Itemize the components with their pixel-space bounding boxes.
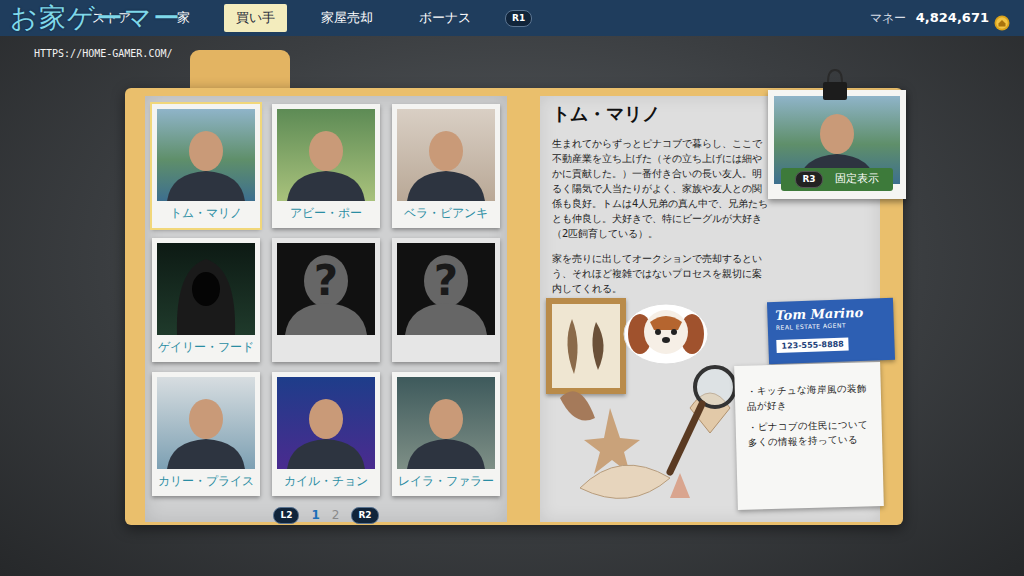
locked-mark: ? bbox=[397, 257, 495, 305]
character-name: アビー・ポー bbox=[290, 205, 362, 221]
collage: Tom MarinoREAL ESTATE AGENT123-555-8888・… bbox=[540, 292, 900, 522]
shell-picture bbox=[546, 298, 626, 394]
note-item: ・キッチュな海岸風の装飾品が好き bbox=[747, 380, 872, 413]
description-paragraph: 家を売りに出してオークションで売却するという、それほど複雑ではないプロセスを親切… bbox=[552, 251, 770, 296]
folder-body: トム・マリノ アビー・ポー ベラ・ビアンキゲイリー・フード?? カリー・プライス カイル… bbox=[125, 88, 903, 525]
pin-label: 固定表示 bbox=[835, 171, 879, 188]
character-card[interactable]: ベラ・ビアンキ bbox=[392, 104, 500, 228]
card-name: Tom Marino bbox=[775, 304, 885, 323]
pin-button[interactable]: R3 固定表示 bbox=[781, 168, 893, 191]
tab[interactable]: 家屋売却 bbox=[309, 4, 385, 32]
note-paper: ・キッチュな海岸風の装飾品が好き・ピナコブの住民について多くの情報を持っている bbox=[734, 362, 884, 510]
character-card[interactable]: カイル・チョン bbox=[272, 372, 380, 496]
character-photo bbox=[157, 377, 255, 469]
character-photo bbox=[157, 243, 255, 335]
character-card[interactable]: ゲイリー・フード bbox=[152, 238, 260, 362]
pinned-portrait: R3 固定表示 bbox=[768, 90, 906, 199]
folder: トム・マリノ アビー・ポー ベラ・ビアンキゲイリー・フード?? カリー・プライス カイル… bbox=[125, 50, 903, 525]
next-tab-key[interactable]: R1 bbox=[505, 10, 532, 27]
character-name: レイラ・ファラー bbox=[398, 473, 494, 489]
card-phone: 123-555-8888 bbox=[776, 337, 849, 353]
money-label: マネー bbox=[870, 9, 906, 27]
coin-icon bbox=[994, 10, 1010, 26]
character-grid: トム・マリノ アビー・ポー ベラ・ビアンキゲイリー・フード?? カリー・プライス カイル… bbox=[152, 104, 500, 496]
character-photo bbox=[157, 109, 255, 201]
character-name: カイル・チョン bbox=[284, 473, 368, 489]
locked-mark: ? bbox=[277, 257, 375, 305]
tab[interactable]: 買い手 bbox=[224, 4, 287, 32]
business-card: Tom MarinoREAL ESTATE AGENT123-555-8888 bbox=[767, 298, 895, 364]
character-card[interactable]: カリー・プライス bbox=[152, 372, 260, 496]
character-card[interactable]: ? bbox=[392, 238, 500, 362]
pin-key: R3 bbox=[795, 171, 822, 188]
watermark-url: HTTPS://HOME-GAMER.COM/ bbox=[34, 46, 172, 61]
note-item: ・ピナコブの住民について多くの情報を持っている bbox=[748, 416, 873, 449]
money-value: 4,824,671 bbox=[916, 8, 989, 28]
money: マネー 4,824,671 bbox=[870, 8, 1010, 28]
page-number[interactable]: 2 bbox=[332, 506, 340, 524]
tab[interactable]: ボーナス bbox=[407, 4, 483, 32]
character-name: ゲイリー・フード bbox=[158, 339, 254, 355]
pagination: L2 12 R2 bbox=[273, 506, 378, 524]
character-photo: ? bbox=[277, 243, 375, 335]
binder-clip-icon bbox=[820, 68, 850, 102]
character-card[interactable]: レイラ・ファラー bbox=[392, 372, 500, 496]
dog-sticker-icon bbox=[620, 300, 712, 366]
character-photo: ? bbox=[397, 243, 495, 335]
character-name: トム・マリノ bbox=[170, 205, 242, 221]
character-photo bbox=[277, 109, 375, 201]
character-name: ベラ・ビアンキ bbox=[404, 205, 488, 221]
character-photo bbox=[277, 377, 375, 469]
watermark-logo: お家ゲーマー bbox=[10, 3, 181, 33]
page-number[interactable]: 1 bbox=[311, 506, 319, 524]
description: 生まれてからずっとピナコブで暮らし、ここで不動産業を立ち上げた（その立ち上げには… bbox=[552, 136, 770, 296]
character-photo bbox=[397, 377, 495, 469]
detail-page: トム・マリノ生まれてからずっとピナコブで暮らし、ここで不動産業を立ち上げた（その… bbox=[540, 96, 880, 522]
shell-sketch-icon bbox=[552, 304, 620, 388]
stage: トム・マリノ アビー・ポー ベラ・ビアンキゲイリー・フード?? カリー・プライス カイル… bbox=[0, 36, 1024, 525]
magnifier-icon bbox=[660, 362, 740, 482]
description-paragraph: 生まれてからずっとピナコブで暮らし、ここで不動産業を立ち上げた（その立ち上げには… bbox=[552, 136, 770, 241]
prev-page-key[interactable]: L2 bbox=[273, 507, 299, 524]
folder-tab bbox=[190, 50, 290, 88]
character-card[interactable]: トム・マリノ bbox=[152, 104, 260, 228]
next-page-key[interactable]: R2 bbox=[351, 507, 378, 524]
character-page: トム・マリノ アビー・ポー ベラ・ビアンキゲイリー・フード?? カリー・プライス カイル… bbox=[145, 96, 507, 522]
character-photo bbox=[397, 109, 495, 201]
character-card[interactable]: アビー・ポー bbox=[272, 104, 380, 228]
character-card[interactable]: ? bbox=[272, 238, 380, 362]
character-name: カリー・プライス bbox=[158, 473, 254, 489]
